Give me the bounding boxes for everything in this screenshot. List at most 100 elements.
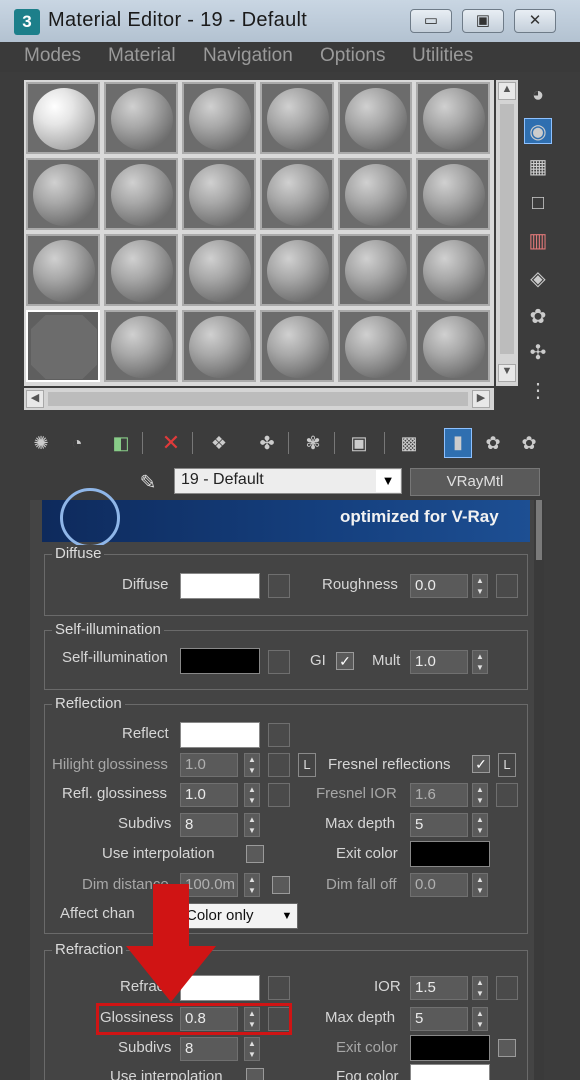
reflection-subdivs-spinner-icon[interactable]: ▲ ▼: [244, 813, 260, 837]
maximize-button[interactable]: ▣: [462, 9, 504, 33]
material-slot[interactable]: [182, 310, 256, 382]
material-type-button[interactable]: VRayMtl: [410, 468, 540, 496]
refract-map-button[interactable]: [268, 976, 290, 1000]
ior-spinner-icon[interactable]: ▲ ▼: [472, 976, 488, 1000]
diffuse-color-swatch[interactable]: [180, 573, 260, 599]
menu-options[interactable]: Options: [320, 45, 385, 67]
material-slot[interactable]: [338, 82, 412, 154]
material-slot[interactable]: [26, 82, 100, 154]
hilight-glossiness-spinner-icon[interactable]: ▲ ▼: [244, 753, 260, 777]
hilight-glossiness-map-button[interactable]: [268, 753, 290, 777]
make-unique-icon[interactable]: ❖: [206, 430, 232, 456]
scroll-down-icon[interactable]: ▼: [498, 364, 516, 382]
roughness-map-button[interactable]: [496, 574, 518, 598]
dim-falloff-input[interactable]: 0.0: [410, 873, 468, 897]
uv-tiling-icon[interactable]: □: [524, 190, 552, 216]
menu-utilities[interactable]: Utilities: [412, 45, 473, 67]
refraction-use-interpolation-checkbox[interactable]: [246, 1068, 264, 1080]
reflection-use-interpolation-checkbox[interactable]: [246, 845, 264, 863]
close-button[interactable]: ✕: [514, 9, 556, 33]
put-to-scene-icon[interactable]: ◔: [64, 430, 90, 456]
diffuse-map-button[interactable]: [268, 574, 290, 598]
material-id-channel-icon[interactable]: ✾: [300, 430, 326, 456]
material-name-dropdown-icon[interactable]: ▼: [376, 470, 400, 492]
dim-distance-spinner-icon[interactable]: ▲ ▼: [244, 873, 260, 897]
dim-distance-checkbox[interactable]: [272, 876, 290, 894]
fresnel-reflections-checkbox[interactable]: ✓: [472, 755, 490, 773]
material-slot[interactable]: [104, 234, 178, 306]
reflection-max-depth-spinner-icon[interactable]: ▲ ▼: [472, 813, 488, 837]
put-to-library-icon[interactable]: ✤: [254, 430, 280, 456]
fresnel-lock-button[interactable]: L: [498, 753, 516, 777]
rollout-scroll-thumb[interactable]: [536, 500, 542, 560]
material-slot[interactable]: [338, 310, 412, 382]
menu-navigation[interactable]: Navigation: [203, 45, 293, 67]
roughness-spinner-icon[interactable]: ▲ ▼: [472, 574, 488, 598]
refraction-max-depth-input[interactable]: 5: [410, 1007, 468, 1031]
reflect-map-button[interactable]: [268, 723, 290, 747]
material-slot[interactable]: [104, 82, 178, 154]
self-illumination-map-button[interactable]: [268, 650, 290, 674]
refl-glossiness-spinner-icon[interactable]: ▲ ▼: [244, 783, 260, 807]
reset-map-icon[interactable]: ✕: [158, 430, 184, 456]
go-to-parent-icon[interactable]: ✿: [480, 430, 506, 456]
show-end-result-icon[interactable]: ▩: [396, 430, 422, 456]
material-slot[interactable]: [260, 310, 334, 382]
scroll-thumb-horizontal[interactable]: [48, 392, 468, 406]
material-slot[interactable]: [104, 310, 178, 382]
ior-input[interactable]: 1.5: [410, 976, 468, 1000]
material-slot[interactable]: [26, 310, 100, 382]
refraction-max-depth-spinner-icon[interactable]: ▲ ▼: [472, 1007, 488, 1031]
material-slot[interactable]: [182, 234, 256, 306]
material-slot[interactable]: [338, 234, 412, 306]
material-slot[interactable]: [416, 82, 490, 154]
refl-glossiness-map-button[interactable]: [268, 783, 290, 807]
scroll-left-icon[interactable]: ◀: [26, 390, 44, 408]
material-slot[interactable]: [416, 234, 490, 306]
fresnel-ior-input[interactable]: 1.6: [410, 783, 468, 807]
fresnel-ior-map-button[interactable]: [496, 783, 518, 807]
menu-material[interactable]: Material: [108, 45, 176, 67]
reflection-max-depth-input[interactable]: 5: [410, 813, 468, 837]
material-slot[interactable]: [26, 234, 100, 306]
scroll-thumb[interactable]: [500, 104, 514, 354]
background-icon[interactable]: ▦: [524, 154, 552, 180]
mult-spinner-icon[interactable]: ▲ ▼: [472, 650, 488, 674]
go-forward-icon[interactable]: ✿: [516, 430, 542, 456]
slots-vertical-scrollbar[interactable]: ▲ ▼: [496, 80, 518, 386]
refraction-exit-color-swatch[interactable]: [410, 1035, 490, 1061]
material-slot[interactable]: [182, 82, 256, 154]
self-illumination-color-swatch[interactable]: [180, 648, 260, 674]
affect-channels-dropdown-icon[interactable]: ▼: [278, 906, 296, 926]
fog-color-swatch[interactable]: [410, 1064, 490, 1080]
material-slot[interactable]: [416, 158, 490, 230]
refraction-exit-color-checkbox[interactable]: [498, 1039, 516, 1057]
material-slot[interactable]: [26, 158, 100, 230]
make-preview-icon[interactable]: ◈: [524, 266, 552, 292]
select-by-material-icon[interactable]: ✣: [524, 340, 552, 366]
roughness-input[interactable]: 0.0: [410, 574, 468, 598]
material-slot[interactable]: [260, 234, 334, 306]
backlight-icon[interactable]: ◉: [524, 118, 552, 144]
video-color-check-icon[interactable]: ▥: [524, 228, 552, 254]
mult-input[interactable]: 1.0: [410, 650, 468, 674]
material-map-navigator-icon[interactable]: ⋮: [524, 378, 552, 404]
material-slot[interactable]: [104, 158, 178, 230]
material-name-field[interactable]: 19 - Default: [174, 468, 402, 494]
refl-glossiness-input[interactable]: 1.0: [180, 783, 238, 807]
material-options-icon[interactable]: ✿: [524, 304, 552, 330]
menu-modes[interactable]: Modes: [24, 45, 81, 67]
reflection-subdivs-input[interactable]: 8: [180, 813, 238, 837]
rollout-scrollbar[interactable]: [534, 500, 544, 1080]
refraction-subdivs-input[interactable]: 8: [180, 1037, 238, 1061]
hilight-lock-button[interactable]: L: [298, 753, 316, 777]
show-shaded-icon[interactable]: ▣: [346, 430, 372, 456]
material-slot[interactable]: [182, 158, 256, 230]
material-slot[interactable]: [260, 158, 334, 230]
material-slot[interactable]: [338, 158, 412, 230]
reflection-exit-color-swatch[interactable]: [410, 841, 490, 867]
dim-falloff-spinner-icon[interactable]: ▲ ▼: [472, 873, 488, 897]
scroll-right-icon[interactable]: ▶: [472, 390, 490, 408]
slots-horizontal-scrollbar[interactable]: ◀ ▶: [24, 388, 494, 410]
material-slot[interactable]: [260, 82, 334, 154]
